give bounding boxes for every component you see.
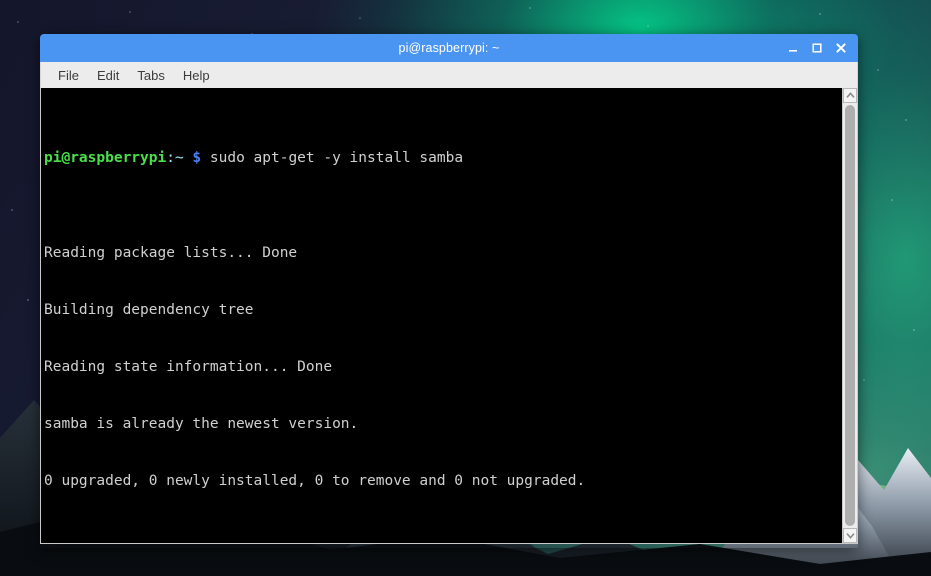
scrollbar-thumb[interactable] [845, 105, 855, 526]
terminal-line-command: pi@raspberrypi:~ $ sudo apt-get -y insta… [44, 149, 842, 168]
terminal-output-line: samba is already the newest version. [44, 416, 359, 432]
menu-item-edit[interactable]: Edit [88, 66, 128, 85]
menu-item-help[interactable]: Help [174, 66, 219, 85]
maximize-icon [812, 43, 822, 53]
prompt-path: :~ [166, 150, 184, 166]
chevron-up-icon [845, 92, 855, 98]
minimize-button[interactable] [782, 37, 804, 59]
desktop-background: pi@raspberrypi: ~ File Edit Tabs Help pi… [0, 0, 931, 576]
terminal-body: pi@raspberrypi:~ $ sudo apt-get -y insta… [40, 88, 858, 544]
terminal-window[interactable]: pi@raspberrypi: ~ File Edit Tabs Help pi… [40, 34, 858, 548]
scroll-down-button[interactable] [843, 528, 857, 543]
terminal-output-line: Reading state information... Done [44, 359, 333, 375]
menu-item-file[interactable]: File [49, 66, 88, 85]
terminal-command-text: sudo apt-get -y install samba [201, 150, 464, 166]
chevron-down-icon [845, 533, 855, 539]
terminal-scrollbar[interactable] [842, 88, 857, 543]
terminal-output-line: Reading package lists... Done [44, 245, 298, 261]
scroll-up-button[interactable] [843, 88, 857, 103]
scrollbar-track[interactable] [843, 103, 857, 528]
menu-item-tabs[interactable]: Tabs [128, 66, 173, 85]
menubar: File Edit Tabs Help [40, 62, 858, 88]
window-titlebar[interactable]: pi@raspberrypi: ~ [40, 34, 858, 62]
prompt-sigil: $ [192, 150, 202, 166]
close-button[interactable] [830, 37, 852, 59]
terminal-output-line: 0 upgraded, 0 newly installed, 0 to remo… [44, 473, 586, 489]
minimize-icon [789, 50, 797, 52]
terminal-output-line: Building dependency tree [44, 302, 254, 318]
terminal-screen[interactable]: pi@raspberrypi:~ $ sudo apt-get -y insta… [41, 88, 842, 543]
close-icon [836, 43, 846, 53]
maximize-button[interactable] [806, 37, 828, 59]
prompt-user-host: pi@raspberrypi [44, 150, 167, 166]
window-title: pi@raspberrypi: ~ [398, 41, 500, 55]
window-controls [782, 34, 852, 62]
